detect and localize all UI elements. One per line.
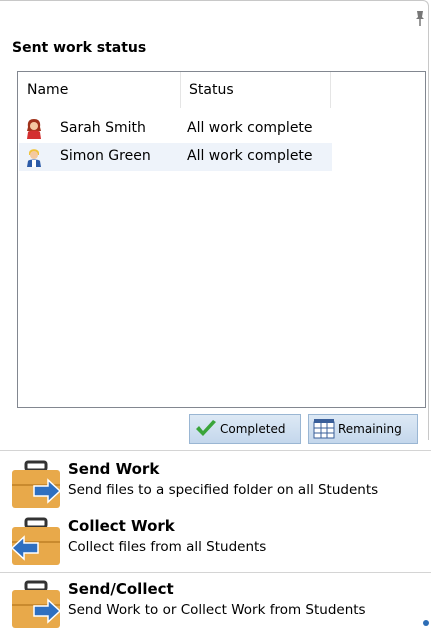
column-header-name-label: Name	[27, 82, 69, 98]
remaining-legend-button[interactable]: Remaining	[308, 414, 418, 444]
student-status: All work complete	[187, 148, 313, 164]
column-header-status[interactable]: Status	[181, 72, 331, 108]
student-status: All work complete	[187, 120, 313, 136]
send-work-title: Send Work	[68, 460, 160, 478]
column-header-name[interactable]: Name	[18, 72, 181, 108]
send-collect-icon	[12, 580, 62, 628]
collect-work-task[interactable]: Collect Work Collect files from all Stud…	[10, 517, 425, 567]
remaining-label: Remaining	[338, 422, 402, 436]
column-header-status-label: Status	[189, 82, 234, 98]
section-divider	[0, 572, 431, 573]
list-header: Name Status	[18, 72, 425, 108]
send-work-description: Send files to a specified folder on all …	[68, 482, 379, 498]
student-name: Sarah Smith	[60, 120, 146, 136]
send-work-task[interactable]: Send Work Send files to a specified fold…	[10, 460, 425, 510]
student-name: Simon Green	[60, 148, 151, 164]
sent-work-list[interactable]: Name Status Sarah Smith All work complet…	[17, 71, 426, 408]
collect-work-icon	[10, 517, 60, 565]
collect-work-title: Collect Work	[68, 517, 175, 535]
student-girl-icon	[27, 119, 41, 139]
status-dot	[423, 620, 429, 626]
panel-title: Sent work status	[12, 40, 147, 56]
checkmark-icon	[196, 420, 216, 436]
send-collect-task[interactable]: Send/Collect Send Work to or Collect Wor…	[10, 580, 425, 630]
calendar-grid-icon	[313, 419, 335, 439]
pin-icon[interactable]	[414, 9, 426, 27]
section-divider	[0, 450, 431, 451]
send-work-icon	[12, 460, 62, 508]
collect-work-description: Collect files from all Students	[68, 539, 267, 555]
list-row-sarah-smith[interactable]: Sarah Smith All work complete	[19, 115, 332, 143]
completed-legend-button[interactable]: Completed	[189, 414, 301, 444]
completed-label: Completed	[220, 422, 286, 436]
send-collect-description: Send Work to or Collect Work from Studen…	[68, 602, 366, 618]
list-row-simon-green[interactable]: Simon Green All work complete	[19, 143, 332, 171]
send-collect-title: Send/Collect	[68, 580, 174, 598]
student-boy-icon	[27, 149, 41, 167]
